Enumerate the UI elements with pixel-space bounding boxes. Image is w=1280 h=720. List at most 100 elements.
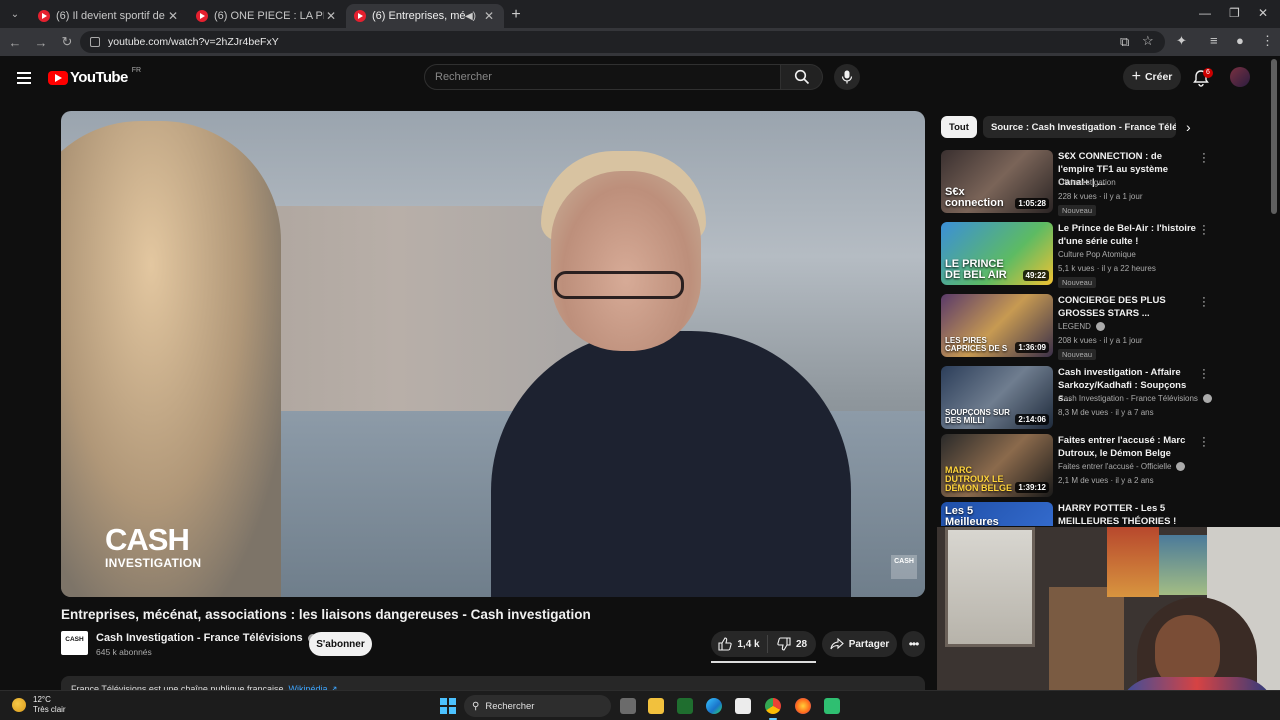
nvidia-icon[interactable]: [677, 698, 693, 714]
more-options-icon[interactable]: · · ·: [1200, 365, 1208, 384]
recommendation-item[interactable]: S€x connection 1:05:28 S€X CONNECTION : …: [941, 149, 1241, 216]
share-button[interactable]: Partager: [822, 631, 897, 657]
channel-name[interactable]: Cash Investigation - France Télévisions: [96, 632, 317, 644]
tab-title: (6) Entreprises, mécénat, as: [372, 10, 465, 22]
more-options-icon[interactable]: · · ·: [1200, 433, 1208, 452]
recommendation-item[interactable]: LE PRINCE DE BEL AIR 49:22 Le Prince de …: [941, 221, 1241, 288]
new-badge: Nouveau: [1058, 349, 1097, 360]
close-window-icon[interactable]: ✕: [1258, 6, 1268, 20]
url-bar[interactable]: youtube.com/watch?v=2hZJr4beFxY: [80, 31, 1165, 53]
speaker-icon[interactable]: ◀): [465, 11, 476, 22]
recommendation-channel[interactable]: LEGEND: [1058, 322, 1105, 332]
video-thumbnail[interactable]: SOUPÇONS SUR DES MILLI 2:14:06: [941, 366, 1053, 429]
cast-icon[interactable]: ⧉: [1120, 34, 1129, 50]
video-thumbnail[interactable]: LES PIRES CAPRICES DE S 1:36:09: [941, 294, 1053, 357]
chip-all[interactable]: Tout: [941, 116, 977, 138]
dislike-button[interactable]: 28: [768, 637, 816, 651]
recommendation-title[interactable]: Faites entrer l'accusé : Marc Dutroux, l…: [1058, 434, 1198, 460]
chevron-right-icon[interactable]: ›: [1186, 119, 1191, 135]
recommendation-meta: 2,1 M de vues · il y a 2 ans: [1058, 476, 1154, 485]
account-avatar[interactable]: [1230, 67, 1250, 87]
dislike-count: 28: [795, 638, 808, 650]
tab-search-button[interactable]: ⌄: [4, 3, 26, 25]
recommendation-item[interactable]: SOUPÇONS SUR DES MILLI 2:14:06 Cash inve…: [941, 365, 1241, 430]
like-button[interactable]: 1,4 k: [711, 635, 768, 653]
more-options-icon[interactable]: · · ·: [1200, 149, 1208, 168]
microsoft-store-icon[interactable]: [735, 698, 751, 714]
bookmark-star-icon[interactable]: ☆: [1142, 33, 1154, 49]
video-thumbnail[interactable]: LE PRINCE DE BEL AIR 49:22: [941, 222, 1053, 285]
profile-icon[interactable]: ●: [1236, 33, 1244, 48]
maximize-icon[interactable]: ❐: [1229, 6, 1240, 20]
youtube-favicon-icon: [196, 10, 208, 22]
recommendation-channel[interactable]: Faites entrer l'accusé - Officielle: [1058, 462, 1186, 472]
recommendation-channel[interactable]: Culture Pop Atomique: [1058, 250, 1136, 259]
minimize-icon[interactable]: —: [1199, 6, 1211, 20]
browser-tab[interactable]: (6) ONE PIECE : LA PRISON D'EN ✕: [188, 4, 346, 28]
page-scrollbar[interactable]: [1271, 59, 1277, 214]
create-button[interactable]: + Créer: [1123, 64, 1181, 90]
recommendation-title[interactable]: HARRY POTTER - Les 5 MEILLEURES THÉORIES…: [1058, 502, 1198, 526]
recommendation-item[interactable]: MARC DUTROUX LE DÉMON BELGE 1:39:12 Fait…: [941, 433, 1241, 498]
search-button[interactable]: [781, 64, 823, 90]
more-options-icon[interactable]: · · ·: [1200, 293, 1208, 312]
voice-search-button[interactable]: [834, 64, 860, 90]
tab-title: (6) Il devient sportif de haut niv: [56, 10, 166, 22]
more-actions-button[interactable]: •••: [902, 631, 925, 657]
like-dislike-group: 1,4 k 28: [711, 631, 816, 657]
tab-close-icon[interactable]: ✕: [482, 9, 496, 23]
video-thumbnail[interactable]: S€x connection 1:05:28: [941, 150, 1053, 213]
site-info-icon[interactable]: [90, 37, 100, 47]
chip-source[interactable]: Source : Cash Investigation - France Tél…: [983, 116, 1176, 138]
menu-icon[interactable]: [17, 72, 31, 84]
firefox-browser-icon[interactable]: [795, 698, 811, 714]
duration-badge: 1:05:28: [1015, 198, 1049, 209]
recommendation-title[interactable]: Le Prince de Bel-Air : l'histoire d'une …: [1058, 222, 1198, 248]
extensions-icon[interactable]: ✦: [1176, 33, 1187, 49]
like-count: 1,4 k: [737, 638, 760, 650]
browser-menu-icon[interactable]: ⋮: [1261, 33, 1274, 49]
chrome-browser-icon[interactable]: [765, 698, 781, 720]
taskbar-search[interactable]: ⚲ Rechercher: [464, 695, 611, 717]
channel-avatar[interactable]: CASH: [61, 631, 88, 655]
forward-icon[interactable]: →: [30, 35, 52, 50]
video-thumbnail[interactable]: Les 5 Meilleures: [941, 502, 1053, 526]
recommendation-item[interactable]: Les 5 Meilleures HARRY POTTER - Les 5 ME…: [941, 502, 1241, 526]
taskbar-search-label: Rechercher: [485, 700, 535, 712]
reload-icon[interactable]: ↻: [56, 34, 78, 50]
thumbs-down-icon: [777, 637, 791, 651]
tab-close-icon[interactable]: ✕: [166, 9, 180, 23]
new-tab-button[interactable]: +: [504, 6, 528, 24]
url-text: youtube.com/watch?v=2hZJr4beFxY: [108, 36, 279, 48]
youtube-favicon-icon: [38, 10, 50, 22]
back-icon[interactable]: ←: [4, 35, 26, 50]
video-player[interactable]: CASH INVESTIGATION CASH: [61, 111, 925, 597]
tab-close-icon[interactable]: ✕: [324, 9, 338, 23]
recommendation-item[interactable]: LES PIRES CAPRICES DE S 1:36:09 CONCIERG…: [941, 293, 1241, 360]
recommendation-channel[interactable]: Cash Investigation - France Télévisions: [1058, 394, 1212, 404]
recommendation-channel[interactable]: Off Investigation: [1058, 178, 1116, 187]
weather-widget[interactable]: 12°C Très clair: [12, 695, 66, 715]
browser-tab-active[interactable]: (6) Entreprises, mécénat, as ◀) ✕: [346, 4, 504, 28]
more-options-icon[interactable]: · · ·: [1200, 221, 1208, 240]
subscribe-button[interactable]: S'abonner: [309, 632, 372, 656]
share-icon: [830, 638, 844, 650]
edge-browser-icon[interactable]: [706, 698, 722, 714]
subscriber-count: 645 k abonnés: [96, 647, 152, 657]
browser-tab[interactable]: (6) Il devient sportif de haut niv ✕: [30, 4, 188, 28]
video-thumbnail[interactable]: MARC DUTROUX LE DÉMON BELGE 1:39:12: [941, 434, 1053, 497]
plus-icon: +: [1131, 68, 1141, 85]
task-view-icon[interactable]: [620, 698, 636, 714]
browser-tab-bar: ⌄ (6) Il devient sportif de haut niv ✕ (…: [0, 0, 1280, 28]
youtube-logo[interactable]: YouTube FR: [48, 67, 141, 86]
weather-condition: Très clair: [33, 705, 66, 714]
app-icon[interactable]: [824, 698, 840, 714]
windows-start-icon[interactable]: [440, 698, 456, 714]
recommendation-title[interactable]: CONCIERGE DES PLUS GROSSES STARS ...: [1058, 294, 1198, 320]
search-icon: [794, 69, 809, 85]
thumbs-up-icon: [718, 637, 733, 651]
duration-badge: 1:36:09: [1015, 342, 1049, 353]
reading-list-icon[interactable]: ≡: [1210, 33, 1218, 48]
file-explorer-icon[interactable]: [648, 698, 664, 714]
search-input[interactable]: Rechercher: [424, 64, 781, 90]
